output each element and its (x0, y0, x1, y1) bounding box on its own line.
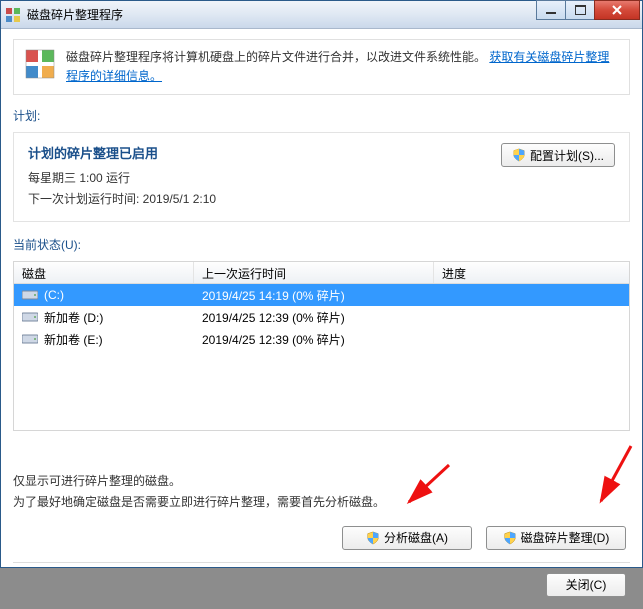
disk-name: (C:) (44, 288, 64, 302)
status-label: 当前状态(U): (13, 236, 630, 253)
disk-progress (434, 315, 629, 319)
app-icon (5, 7, 21, 23)
configure-schedule-button[interactable]: 配置计划(S)... (501, 143, 615, 167)
close-label: 关闭(C) (566, 576, 607, 593)
hint-block: 仅显示可进行碎片整理的磁盘。 为了最好地确定磁盘是否需要立即进行碎片整理，需要首… (13, 471, 630, 512)
disk-name: 新加卷 (D:) (44, 309, 103, 326)
disk-row[interactable]: (C:) 2019/4/25 14:19 (0% 碎片) (14, 284, 629, 306)
titlebar: 磁盘碎片整理程序 (1, 1, 642, 29)
disk-progress (434, 293, 629, 297)
close-window-button[interactable] (594, 0, 640, 20)
window-controls (537, 0, 640, 20)
drive-icon (22, 333, 38, 345)
shield-icon (512, 148, 526, 162)
schedule-group: 计划的碎片整理已启用 每星期三 1:00 运行 下一次计划运行时间: 2019/… (13, 132, 630, 222)
client-area: 磁盘碎片整理程序将计算机硬盘上的碎片文件进行合并，以改进文件系统性能。 获取有关… (1, 39, 642, 609)
window-title: 磁盘碎片整理程序 (27, 6, 123, 23)
shield-icon (503, 531, 517, 545)
window-root: 磁盘碎片整理程序 磁盘碎片整理程序将计算机硬盘上的碎片文件进行合并，以改进文件系… (0, 0, 643, 568)
shield-icon (366, 531, 380, 545)
configure-label: 配置计划(S)... (530, 147, 604, 164)
disk-row[interactable]: 新加卷 (E:) 2019/4/25 12:39 (0% 碎片) (14, 328, 629, 350)
minimize-button[interactable] (536, 0, 566, 20)
schedule-label: 计划: (13, 107, 630, 124)
drive-icon (22, 289, 38, 301)
analyze-label: 分析磁盘(A) (384, 529, 448, 546)
banner-desc: 磁盘碎片整理程序将计算机硬盘上的碎片文件进行合并，以改进文件系统性能。 (66, 50, 486, 64)
disk-list: 磁盘 上一次运行时间 进度 (C:) 2019/4/25 14:19 (0% 碎… (13, 261, 630, 431)
defrag-label: 磁盘碎片整理(D) (521, 529, 610, 546)
drive-icon (22, 311, 38, 323)
banner-text: 磁盘碎片整理程序将计算机硬盘上的碎片文件进行合并，以改进文件系统性能。 获取有关… (66, 48, 619, 86)
col-progress[interactable]: 进度 (434, 262, 629, 283)
disk-name: 新加卷 (E:) (44, 331, 103, 348)
hint-line2: 为了最好地确定磁盘是否需要立即进行碎片整理，需要首先分析磁盘。 (13, 492, 630, 512)
maximize-button[interactable] (565, 0, 595, 20)
col-disk[interactable]: 磁盘 (14, 262, 194, 283)
analyze-button[interactable]: 分析磁盘(A) (342, 526, 472, 550)
disk-last: 2019/4/25 12:39 (0% 碎片) (194, 329, 434, 350)
col-last-run[interactable]: 上一次运行时间 (194, 262, 434, 283)
disk-last: 2019/4/25 12:39 (0% 碎片) (194, 307, 434, 328)
disk-row[interactable]: 新加卷 (D:) 2019/4/25 12:39 (0% 碎片) (14, 306, 629, 328)
hint-line1: 仅显示可进行碎片整理的磁盘。 (13, 471, 630, 491)
info-banner: 磁盘碎片整理程序将计算机硬盘上的碎片文件进行合并，以改进文件系统性能。 获取有关… (13, 39, 630, 95)
schedule-next: 下一次计划运行时间: 2019/5/1 2:10 (28, 189, 615, 209)
footer: 关闭(C) (13, 562, 630, 597)
disk-last: 2019/4/25 14:19 (0% 碎片) (194, 285, 434, 306)
close-button[interactable]: 关闭(C) (546, 573, 626, 597)
disk-list-header: 磁盘 上一次运行时间 进度 (14, 262, 629, 284)
schedule-time: 每星期三 1:00 运行 (28, 168, 615, 188)
disk-progress (434, 337, 629, 341)
defrag-icon (24, 48, 56, 80)
action-buttons: 分析磁盘(A) 磁盘碎片整理(D) (13, 526, 630, 550)
defrag-button[interactable]: 磁盘碎片整理(D) (486, 526, 626, 550)
